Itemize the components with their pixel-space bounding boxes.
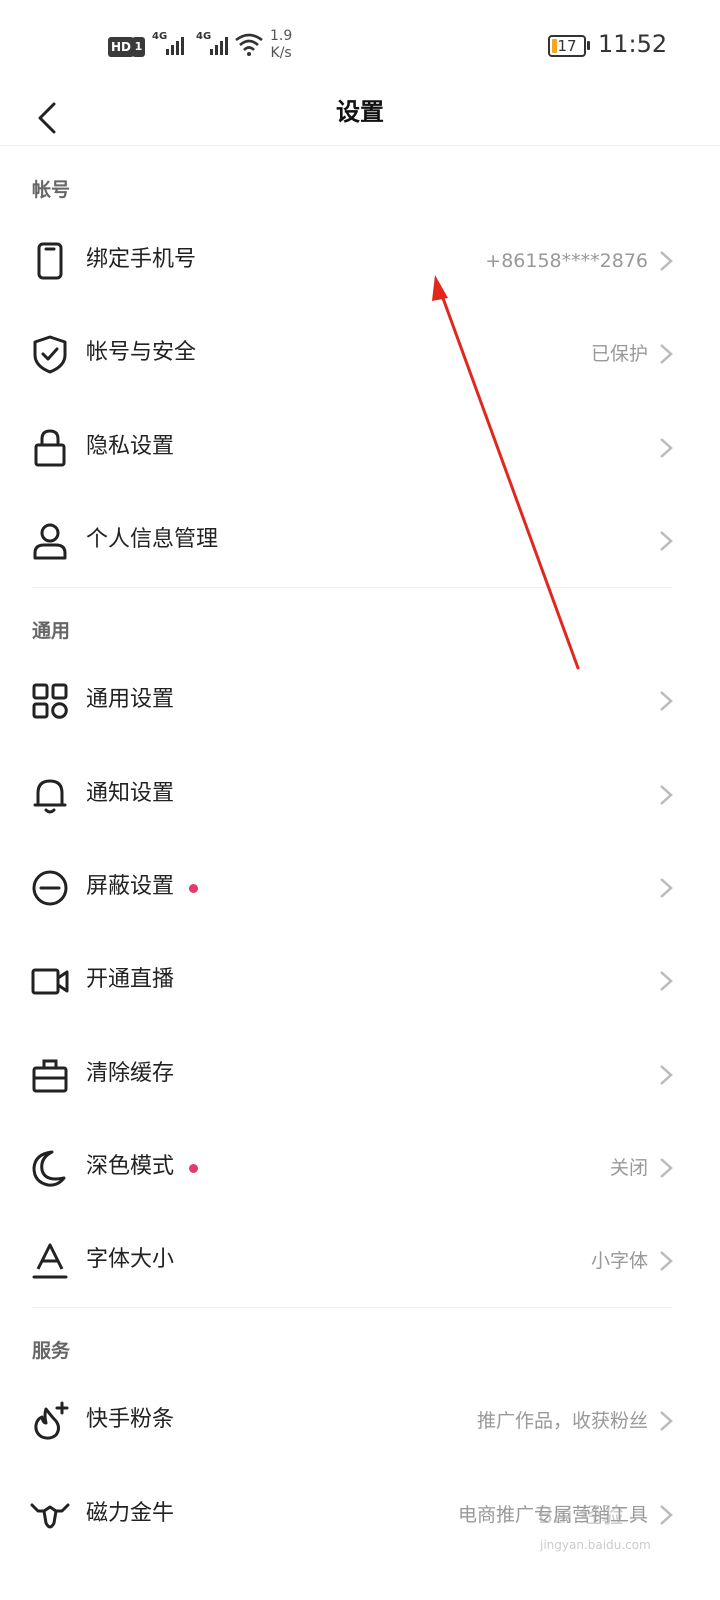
chevron-right-icon <box>660 691 673 711</box>
page-title: 设置 <box>336 98 384 126</box>
nav-bar: 设置 <box>0 90 720 146</box>
item-label: 字体大小 <box>86 1247 175 1272</box>
new-badge-dot <box>189 1164 198 1173</box>
settings-item-block[interactable]: 屏蔽设置 <box>0 840 720 933</box>
network-speed-value: 1.9 <box>270 28 293 44</box>
item-value: 小字体 <box>590 1250 648 1272</box>
item-label: 磁力金牛 <box>86 1501 175 1526</box>
watermark-logo: Bai 经验 <box>538 1504 624 1529</box>
item-label: 通用设置 <box>86 687 175 712</box>
moon-icon <box>32 1150 66 1187</box>
item-label: 清除缓存 <box>86 1061 175 1086</box>
item-value: 推广作品，收获粉丝 <box>476 1410 648 1432</box>
chevron-right-icon <box>660 251 673 271</box>
battery-level: 17 <box>557 37 577 55</box>
network-type-label-2: 4G <box>196 31 212 42</box>
chevron-right-icon <box>660 1251 673 1271</box>
cellular-signal-icon: 4G <box>152 31 190 59</box>
item-label: 开通直播 <box>86 967 175 992</box>
block-icon <box>32 870 68 906</box>
watermark-url: jingyan.baidu.com <box>540 1538 651 1552</box>
hd-voice-badge: HD <box>108 37 135 57</box>
chevron-right-icon <box>660 1411 673 1431</box>
status-bar: HD 1 4G 4G 1.9 K/s 17 11:52 <box>0 0 720 90</box>
video-camera-icon <box>31 968 69 995</box>
item-label: 绑定手机号 <box>86 247 197 272</box>
settings-item-bind-phone[interactable]: 绑定手机号 +86158****2876 <box>0 213 720 306</box>
person-icon <box>33 523 67 560</box>
battery-tip <box>587 41 590 50</box>
settings-screen: HD 1 4G 4G 1.9 K/s 17 11:52 设置 帐号 绑定手机号 … <box>0 0 720 1600</box>
item-label: 屏蔽设置 <box>86 874 175 899</box>
font-size-icon <box>32 1243 68 1279</box>
shield-check-icon <box>33 335 67 374</box>
flame-plus-icon <box>34 1401 69 1440</box>
network-type-label: 4G <box>152 31 168 42</box>
settings-item-kuaishou-fentiao[interactable]: 快手粉条 推广作品，收获粉丝 <box>0 1373 720 1466</box>
cellular-signal-icon-2: 4G <box>196 31 234 59</box>
bell-icon <box>33 779 67 814</box>
settings-item-clear-cache[interactable]: 清除缓存 <box>0 1027 720 1120</box>
settings-item-account-security[interactable]: 帐号与安全 已保护 <box>0 306 720 399</box>
item-label: 通知设置 <box>86 781 175 806</box>
lock-icon <box>34 429 66 467</box>
chevron-right-icon <box>660 878 673 898</box>
chevron-right-icon <box>660 438 673 458</box>
network-speed-unit: K/s <box>270 45 292 61</box>
section-divider <box>32 587 672 588</box>
chevron-right-icon <box>660 1158 673 1178</box>
clock: 11:52 <box>598 30 668 58</box>
item-label: 帐号与安全 <box>86 340 197 365</box>
wifi-icon <box>235 33 263 56</box>
section-header-services: 服务 <box>32 1340 71 1362</box>
chevron-right-icon <box>660 531 673 551</box>
settings-item-general-settings[interactable]: 通用设置 <box>0 653 720 746</box>
chevron-right-icon <box>660 1505 673 1525</box>
settings-item-personal-info[interactable]: 个人信息管理 <box>0 493 720 586</box>
chevron-right-icon <box>660 344 673 364</box>
settings-item-go-live[interactable]: 开通直播 <box>0 933 720 1026</box>
chevron-right-icon <box>660 971 673 991</box>
item-label: 隐私设置 <box>86 434 175 459</box>
phone-icon <box>37 242 63 280</box>
new-badge-dot <box>189 884 198 893</box>
section-header-account: 帐号 <box>32 179 71 201</box>
section-divider <box>32 1307 672 1308</box>
toolbox-icon <box>32 1059 68 1093</box>
item-label: 深色模式 <box>86 1154 175 1179</box>
chevron-right-icon <box>660 1065 673 1085</box>
sim-slot-badge: 1 <box>132 37 145 57</box>
settings-item-privacy[interactable]: 隐私设置 <box>0 400 720 493</box>
item-label: 快手粉条 <box>86 1407 175 1432</box>
grid-icon <box>32 683 68 719</box>
item-value: +86158****2876 <box>485 250 648 272</box>
settings-item-notifications[interactable]: 通知设置 <box>0 747 720 840</box>
network-speed: 1.9 K/s <box>270 28 292 62</box>
item-value: 关闭 <box>609 1157 648 1179</box>
bull-icon <box>30 1503 70 1529</box>
chevron-right-icon <box>660 785 673 805</box>
settings-item-dark-mode[interactable]: 深色模式 关闭 <box>0 1120 720 1213</box>
chevron-left-icon <box>38 102 56 134</box>
item-value: 已保护 <box>590 343 648 365</box>
section-header-general: 通用 <box>32 620 71 642</box>
item-label: 个人信息管理 <box>86 527 219 552</box>
back-button[interactable] <box>28 96 72 140</box>
battery-icon: 17 <box>548 35 586 57</box>
settings-item-font-size[interactable]: 字体大小 小字体 <box>0 1213 720 1306</box>
